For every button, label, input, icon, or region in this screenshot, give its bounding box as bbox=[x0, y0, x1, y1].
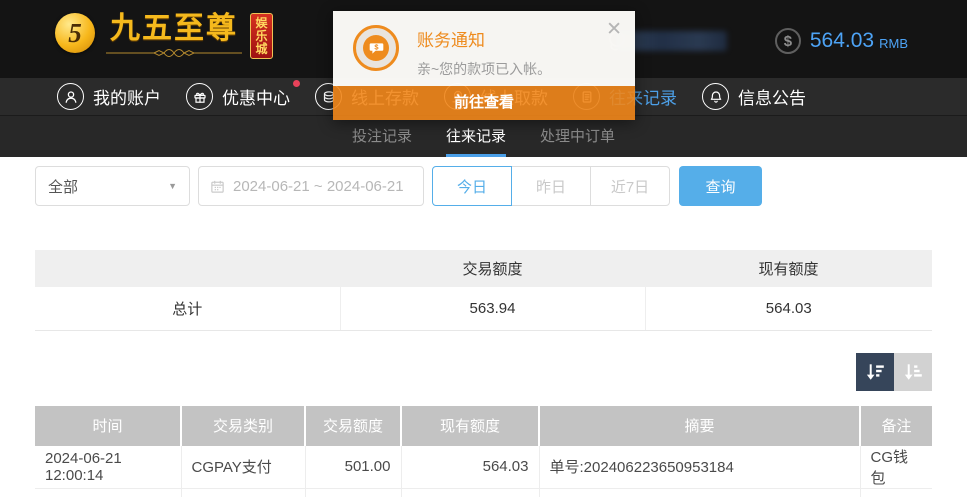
type-select-value: 全部 bbox=[48, 176, 78, 197]
summary-total-balance: 564.03 bbox=[645, 287, 932, 330]
cell-type: CGPAY支付 bbox=[181, 446, 305, 489]
balance-currency: RMB bbox=[879, 36, 908, 51]
col-header-transaction-amount: 交易额度 bbox=[305, 406, 401, 446]
nav-item-promotions[interactable]: 优惠中心 bbox=[186, 83, 290, 110]
col-header-current-balance: 现有额度 bbox=[401, 406, 539, 446]
summary-total-row: 总计 563.94 564.03 bbox=[35, 287, 932, 330]
filter-row: 全部 ▼ 2024-06-21 ~ 2024-06-21 今日 昨日 近7日 查… bbox=[35, 166, 932, 206]
col-header-time: 时间 bbox=[35, 406, 181, 446]
account-notification-toast: $ 账务通知 亲~您的款项已入帐。 ✕ 前往查看 bbox=[333, 11, 635, 120]
tab-transaction-records[interactable]: 往来记录 bbox=[446, 116, 506, 157]
logo-95-icon: 5 bbox=[55, 13, 95, 53]
user-icon bbox=[57, 83, 84, 110]
date-range-input[interactable]: 2024-06-21 ~ 2024-06-21 bbox=[198, 166, 424, 206]
summary-total-label: 总计 bbox=[35, 287, 340, 330]
summary-header-transaction-amount: 交易额度 bbox=[340, 250, 645, 287]
logo-badge: 娱乐城 bbox=[250, 13, 273, 59]
col-header-note: 备注 bbox=[860, 406, 932, 446]
nav-label: 我的账户 bbox=[93, 84, 161, 109]
summary-header-row: 交易额度 现有额度 bbox=[35, 250, 932, 287]
sort-controls bbox=[35, 353, 932, 391]
dollar-icon: $ bbox=[775, 28, 801, 54]
today-button[interactable]: 今日 bbox=[432, 166, 512, 206]
toast-message: 亲~您的款项已入帐。 bbox=[417, 59, 619, 79]
balance-amount: 564.03 bbox=[810, 29, 874, 53]
sort-descending-icon bbox=[864, 361, 886, 383]
sort-descending-button[interactable] bbox=[856, 353, 894, 391]
calendar-icon bbox=[210, 179, 225, 194]
bell-icon bbox=[702, 83, 729, 110]
table-row-clipped bbox=[35, 488, 932, 497]
summary-total-transaction: 563.94 bbox=[340, 287, 645, 330]
money-message-icon: $ bbox=[353, 25, 399, 71]
summary-header-blank bbox=[35, 250, 340, 287]
cell-transaction-amount: 501.00 bbox=[305, 446, 401, 489]
logo-flourish-icon bbox=[104, 47, 244, 59]
records-header-row: 时间 交易类别 交易额度 现有额度 摘要 备注 bbox=[35, 406, 932, 446]
cell-current-balance: 564.03 bbox=[401, 446, 539, 489]
summary-table: 交易额度 现有额度 总计 563.94 564.03 bbox=[35, 250, 932, 331]
nav-item-announcements[interactable]: 信息公告 bbox=[702, 83, 806, 110]
cell-summary: 单号:202406223650953184 bbox=[539, 446, 860, 489]
tab-pending-orders[interactable]: 处理中订单 bbox=[540, 116, 615, 157]
type-select[interactable]: 全部 ▼ bbox=[35, 166, 190, 206]
col-header-summary: 摘要 bbox=[539, 406, 860, 446]
content: 全部 ▼ 2024-06-21 ~ 2024-06-21 今日 昨日 近7日 查… bbox=[0, 157, 967, 497]
quick-date-group: 今日 昨日 近7日 bbox=[432, 166, 670, 206]
nav-label: 优惠中心 bbox=[222, 84, 290, 109]
cell-note: CG钱包 bbox=[860, 446, 932, 489]
account-balance[interactable]: $ 564.03 RMB bbox=[775, 28, 908, 54]
toast-title: 账务通知 bbox=[417, 26, 619, 51]
col-header-type: 交易类别 bbox=[181, 406, 305, 446]
yesterday-button[interactable]: 昨日 bbox=[511, 166, 591, 206]
nav-label: 信息公告 bbox=[738, 84, 806, 109]
last7days-button[interactable]: 近7日 bbox=[590, 166, 670, 206]
notification-dot bbox=[293, 80, 300, 87]
gift-icon bbox=[186, 83, 213, 110]
records-table: 时间 交易类别 交易额度 现有额度 摘要 备注 2024-06-21 12:00… bbox=[35, 406, 932, 497]
page: 5 九五至尊 娱乐城 bbox=[0, 0, 967, 497]
record-subtabs: 投注记录 往来记录 处理中订单 bbox=[0, 115, 967, 157]
cell-time: 2024-06-21 12:00:14 bbox=[35, 446, 181, 489]
tab-bet-records[interactable]: 投注记录 bbox=[352, 116, 412, 157]
table-row: 2024-06-21 12:00:14 CGPAY支付 501.00 564.0… bbox=[35, 446, 932, 489]
date-range-value: 2024-06-21 ~ 2024-06-21 bbox=[233, 178, 404, 195]
site-logo[interactable]: 5 九五至尊 娱乐城 bbox=[55, 13, 273, 59]
logo-title: 九五至尊 bbox=[110, 13, 238, 45]
go-view-button[interactable]: 前往查看 bbox=[333, 86, 635, 120]
summary-header-current-balance: 现有额度 bbox=[645, 250, 932, 287]
nav-item-my-account[interactable]: 我的账户 bbox=[57, 83, 161, 110]
close-icon[interactable]: ✕ bbox=[606, 20, 622, 39]
sort-ascending-button[interactable] bbox=[894, 353, 932, 391]
chevron-down-icon: ▼ bbox=[168, 181, 177, 191]
sort-ascending-icon bbox=[902, 361, 924, 383]
search-button[interactable]: 查询 bbox=[679, 166, 762, 206]
